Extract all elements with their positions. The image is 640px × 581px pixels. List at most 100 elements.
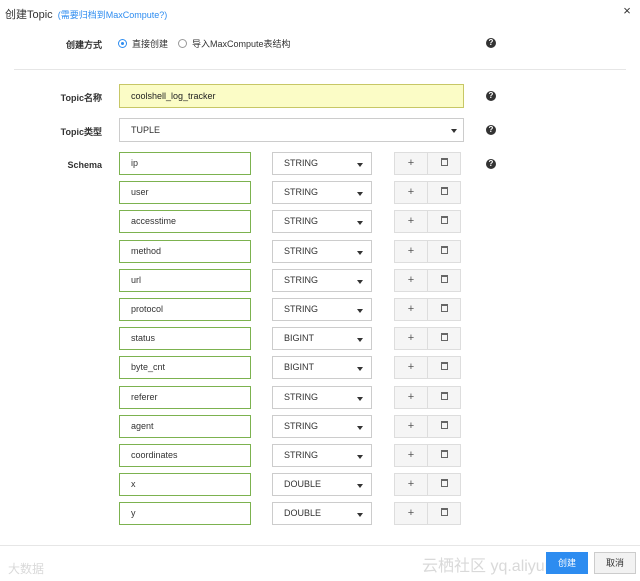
add-field-button[interactable]: + bbox=[394, 181, 428, 204]
field-type-value: STRING bbox=[284, 392, 319, 402]
watermark-logo: 大数据 bbox=[8, 562, 45, 576]
field-name-input[interactable]: x bbox=[119, 473, 251, 496]
delete-field-button[interactable] bbox=[427, 502, 461, 525]
delete-field-button[interactable] bbox=[427, 152, 461, 175]
field-type-select[interactable]: STRING bbox=[272, 269, 372, 292]
field-type-select[interactable]: STRING bbox=[272, 181, 372, 204]
field-type-value: DOUBLE bbox=[284, 479, 322, 489]
field-type-select[interactable]: STRING bbox=[272, 444, 372, 467]
trash-icon bbox=[440, 508, 448, 517]
add-field-button[interactable]: + bbox=[394, 415, 428, 438]
trash-icon bbox=[440, 450, 448, 459]
field-name-input[interactable]: coordinates bbox=[119, 444, 251, 467]
add-field-button[interactable]: + bbox=[394, 386, 428, 409]
delete-field-button[interactable] bbox=[427, 181, 461, 204]
cancel-button[interactable]: 取消 bbox=[594, 552, 636, 574]
trash-icon bbox=[440, 333, 448, 342]
add-field-button[interactable]: + bbox=[394, 298, 428, 321]
help-icon[interactable]: ? bbox=[486, 91, 496, 101]
help-icon[interactable]: ? bbox=[486, 38, 496, 48]
schema-row: ip STRING + bbox=[0, 152, 640, 175]
schema-row: accesstime STRING + bbox=[0, 210, 640, 233]
schema-row: url STRING + bbox=[0, 269, 640, 292]
field-name-input[interactable]: byte_cnt bbox=[119, 356, 251, 379]
radio-direct-create[interactable] bbox=[118, 39, 127, 48]
delete-field-button[interactable] bbox=[427, 298, 461, 321]
add-field-button[interactable]: + bbox=[394, 473, 428, 496]
field-name-input[interactable]: referer bbox=[119, 386, 251, 409]
field-type-value: DOUBLE bbox=[284, 508, 322, 518]
delete-field-button[interactable] bbox=[427, 386, 461, 409]
radio-import-maxcompute[interactable] bbox=[178, 39, 188, 48]
dialog-title-text: 创建Topic bbox=[5, 9, 53, 21]
schema-row: method STRING + bbox=[0, 240, 640, 263]
chevron-down-icon bbox=[357, 309, 363, 313]
field-type-value: STRING bbox=[284, 246, 319, 256]
field-name-input[interactable]: agent bbox=[119, 415, 251, 438]
radio-import-maxcompute-label[interactable]: 导入MaxCompute表结构 bbox=[192, 37, 291, 50]
chevron-down-icon bbox=[357, 251, 363, 255]
field-type-value: STRING bbox=[284, 216, 319, 226]
schema-row: user STRING + bbox=[0, 181, 640, 204]
schema-row: agent STRING + bbox=[0, 415, 640, 438]
topic-name-input[interactable]: coolshell_log_tracker bbox=[119, 84, 464, 108]
field-type-select[interactable]: STRING bbox=[272, 415, 372, 438]
field-name-input[interactable]: url bbox=[119, 269, 251, 292]
delete-field-button[interactable] bbox=[427, 473, 461, 496]
chevron-down-icon bbox=[357, 280, 363, 284]
field-name-input[interactable]: protocol bbox=[119, 298, 251, 321]
divider bbox=[14, 69, 626, 70]
delete-field-button[interactable] bbox=[427, 327, 461, 350]
add-field-button[interactable]: + bbox=[394, 240, 428, 263]
field-name-input[interactable]: accesstime bbox=[119, 210, 251, 233]
schema-row: status BIGINT + bbox=[0, 327, 640, 350]
delete-field-button[interactable] bbox=[427, 240, 461, 263]
dialog-title: 创建Topic (需要归档到MaxCompute?) bbox=[5, 6, 167, 22]
field-type-select[interactable]: BIGINT bbox=[272, 327, 372, 350]
delete-field-button[interactable] bbox=[427, 210, 461, 233]
delete-field-button[interactable] bbox=[427, 356, 461, 379]
schema-row: x DOUBLE + bbox=[0, 473, 640, 496]
field-name-input[interactable]: user bbox=[119, 181, 251, 204]
add-field-button[interactable]: + bbox=[394, 269, 428, 292]
field-type-value: BIGINT bbox=[284, 333, 315, 343]
field-type-select[interactable]: STRING bbox=[272, 298, 372, 321]
trash-icon bbox=[440, 187, 448, 196]
topic-name-label: Topic名称 bbox=[60, 93, 102, 103]
add-field-button[interactable]: + bbox=[394, 327, 428, 350]
field-name-input[interactable]: method bbox=[119, 240, 251, 263]
delete-field-button[interactable] bbox=[427, 444, 461, 467]
field-name-input[interactable]: ip bbox=[119, 152, 251, 175]
schema-row: y DOUBLE + bbox=[0, 502, 640, 525]
field-type-select[interactable]: STRING bbox=[272, 240, 372, 263]
field-name-input[interactable]: status bbox=[119, 327, 251, 350]
archive-link[interactable]: (需要归档到MaxCompute?) bbox=[58, 10, 168, 20]
trash-icon bbox=[440, 246, 448, 255]
field-type-select[interactable]: DOUBLE bbox=[272, 473, 372, 496]
field-type-select[interactable]: STRING bbox=[272, 152, 372, 175]
close-icon[interactable]: × bbox=[620, 4, 634, 18]
add-field-button[interactable]: + bbox=[394, 502, 428, 525]
field-type-select[interactable]: STRING bbox=[272, 210, 372, 233]
field-name-input[interactable]: y bbox=[119, 502, 251, 525]
field-type-select[interactable]: DOUBLE bbox=[272, 502, 372, 525]
footer-divider bbox=[0, 545, 640, 546]
add-field-button[interactable]: + bbox=[394, 210, 428, 233]
field-type-select[interactable]: STRING bbox=[272, 386, 372, 409]
help-icon[interactable]: ? bbox=[486, 125, 496, 135]
trash-icon bbox=[440, 275, 448, 284]
field-type-value: BIGINT bbox=[284, 362, 315, 372]
field-type-value: STRING bbox=[284, 275, 319, 285]
add-field-button[interactable]: + bbox=[394, 444, 428, 467]
trash-icon bbox=[440, 304, 448, 313]
delete-field-button[interactable] bbox=[427, 269, 461, 292]
create-button[interactable]: 创建 bbox=[546, 552, 588, 574]
delete-field-button[interactable] bbox=[427, 415, 461, 438]
add-field-button[interactable]: + bbox=[394, 152, 428, 175]
trash-icon bbox=[440, 216, 448, 225]
add-field-button[interactable]: + bbox=[394, 356, 428, 379]
topic-type-select[interactable]: TUPLE bbox=[119, 118, 464, 142]
field-type-select[interactable]: BIGINT bbox=[272, 356, 372, 379]
radio-direct-create-label[interactable]: 直接创建 bbox=[132, 37, 168, 50]
chevron-down-icon bbox=[357, 367, 363, 371]
